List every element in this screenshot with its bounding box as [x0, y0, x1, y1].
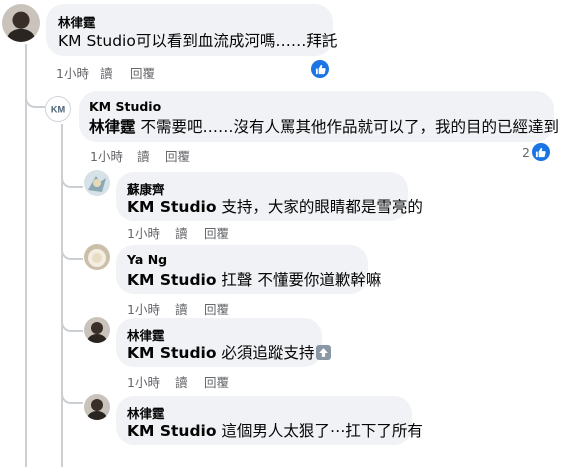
read-link[interactable]: 讀 — [175, 223, 204, 242]
mention-tag[interactable]: KM Studio — [127, 422, 217, 440]
comment-actions: 1小時 讀 回覆 — [90, 146, 190, 165]
reply-button[interactable]: 回覆 — [204, 299, 229, 318]
thread-elbow — [61, 166, 83, 188]
comment-time[interactable]: 1小時 — [127, 372, 175, 391]
read-link[interactable]: 讀 — [100, 63, 130, 82]
comment-text: KM Studio 這個男人太狠了⋯扛下了所有 — [127, 419, 423, 441]
comment-text: KM Studio 必須追蹤支持 — [127, 341, 332, 363]
mention-tag[interactable]: KM Studio — [127, 198, 217, 216]
reaction-count: 2 — [522, 144, 530, 160]
comment-body: 支持，大家的眼睛都是雪亮的 — [216, 198, 423, 216]
avatar[interactable] — [84, 394, 110, 420]
read-link[interactable]: 讀 — [137, 146, 165, 165]
avatar[interactable] — [84, 170, 110, 196]
reaction-summary[interactable]: 2 — [522, 143, 550, 161]
commenter-name[interactable]: KM Studio — [89, 99, 161, 114]
comment-time[interactable]: 1小時 — [127, 299, 175, 318]
reaction-summary[interactable] — [311, 60, 329, 78]
comment-body: 不需要吧……沒有人罵其他作品就可以了，我的目的已經達到 — [135, 118, 559, 136]
comment-body: 這個男人太狠了⋯扛下了所有 — [216, 422, 423, 440]
avatar[interactable] — [2, 4, 40, 42]
comment-bubble: Ya Ng KM Studio 扛聲 不懂要你道歉幹嘛 — [116, 245, 381, 294]
read-link[interactable]: 讀 — [175, 299, 204, 318]
comment-time[interactable]: 1小時 — [127, 223, 175, 242]
up-arrow-emoji — [316, 345, 332, 360]
comment-bubble: 林律霆 KM Studio可以看到血流成河嗎……拜託 — [46, 4, 337, 56]
comment-actions: 1小時 讀 回覆 — [127, 372, 229, 391]
comment-text: KM Studio 支持，大家的眼睛都是雪亮的 — [127, 195, 423, 217]
thread-elbow — [61, 238, 83, 260]
comment-text: 林律霆 不需要吧……沒有人罵其他作品就可以了，我的目的已經達到 — [89, 115, 559, 137]
comment-bubble: 蘇康齊 KM Studio 支持，大家的眼睛都是雪亮的 — [116, 172, 423, 221]
reply-button[interactable]: 回覆 — [204, 223, 229, 242]
reply-button[interactable]: 回覆 — [130, 63, 155, 82]
reply-button[interactable]: 回覆 — [165, 146, 190, 165]
avatar[interactable] — [84, 317, 110, 343]
comment-time[interactable]: 1小時 — [90, 146, 137, 165]
comment-actions: 1小時 讀 回覆 — [127, 299, 229, 318]
reply-button[interactable]: 回覆 — [204, 372, 229, 391]
thread-line — [25, 44, 27, 467]
comment-time[interactable]: 1小時 — [56, 63, 100, 82]
comment-body: 必須追蹤支持 — [216, 344, 315, 362]
commenter-name[interactable]: Ya Ng — [127, 252, 167, 267]
like-icon — [311, 60, 329, 78]
mention-tag[interactable]: 林律霆 — [89, 118, 136, 136]
avatar[interactable]: KM — [45, 96, 71, 122]
comment-bubble: 林律霆 KM Studio 必須追蹤支持 — [116, 318, 332, 367]
thread-elbow — [61, 310, 83, 332]
read-link[interactable]: 讀 — [175, 372, 204, 391]
svg-text:KM: KM — [51, 105, 66, 115]
comment-actions: 1小時 讀 回覆 — [127, 223, 229, 242]
comment-bubble: KM Studio 林律霆 不需要吧……沒有人罵其他作品就可以了，我的目的已經達… — [79, 91, 559, 142]
comment-text: KM Studio可以看到血流成河嗎……拜託 — [58, 32, 338, 50]
comment-body: 扛聲 不懂要你道歉幹嘛 — [216, 271, 382, 289]
mention-tag[interactable]: KM Studio — [127, 344, 217, 362]
thread-elbow — [61, 382, 83, 404]
like-icon — [531, 143, 550, 161]
avatar[interactable] — [84, 244, 110, 270]
comment-text: KM Studio 扛聲 不懂要你道歉幹嘛 — [127, 268, 381, 290]
comment-bubble: 林律霆 KM Studio 這個男人太狠了⋯扛下了所有 — [116, 396, 423, 445]
thread-elbow — [25, 88, 45, 108]
comment-actions: 1小時 讀 回覆 — [56, 63, 155, 82]
mention-tag[interactable]: KM Studio — [127, 271, 217, 289]
